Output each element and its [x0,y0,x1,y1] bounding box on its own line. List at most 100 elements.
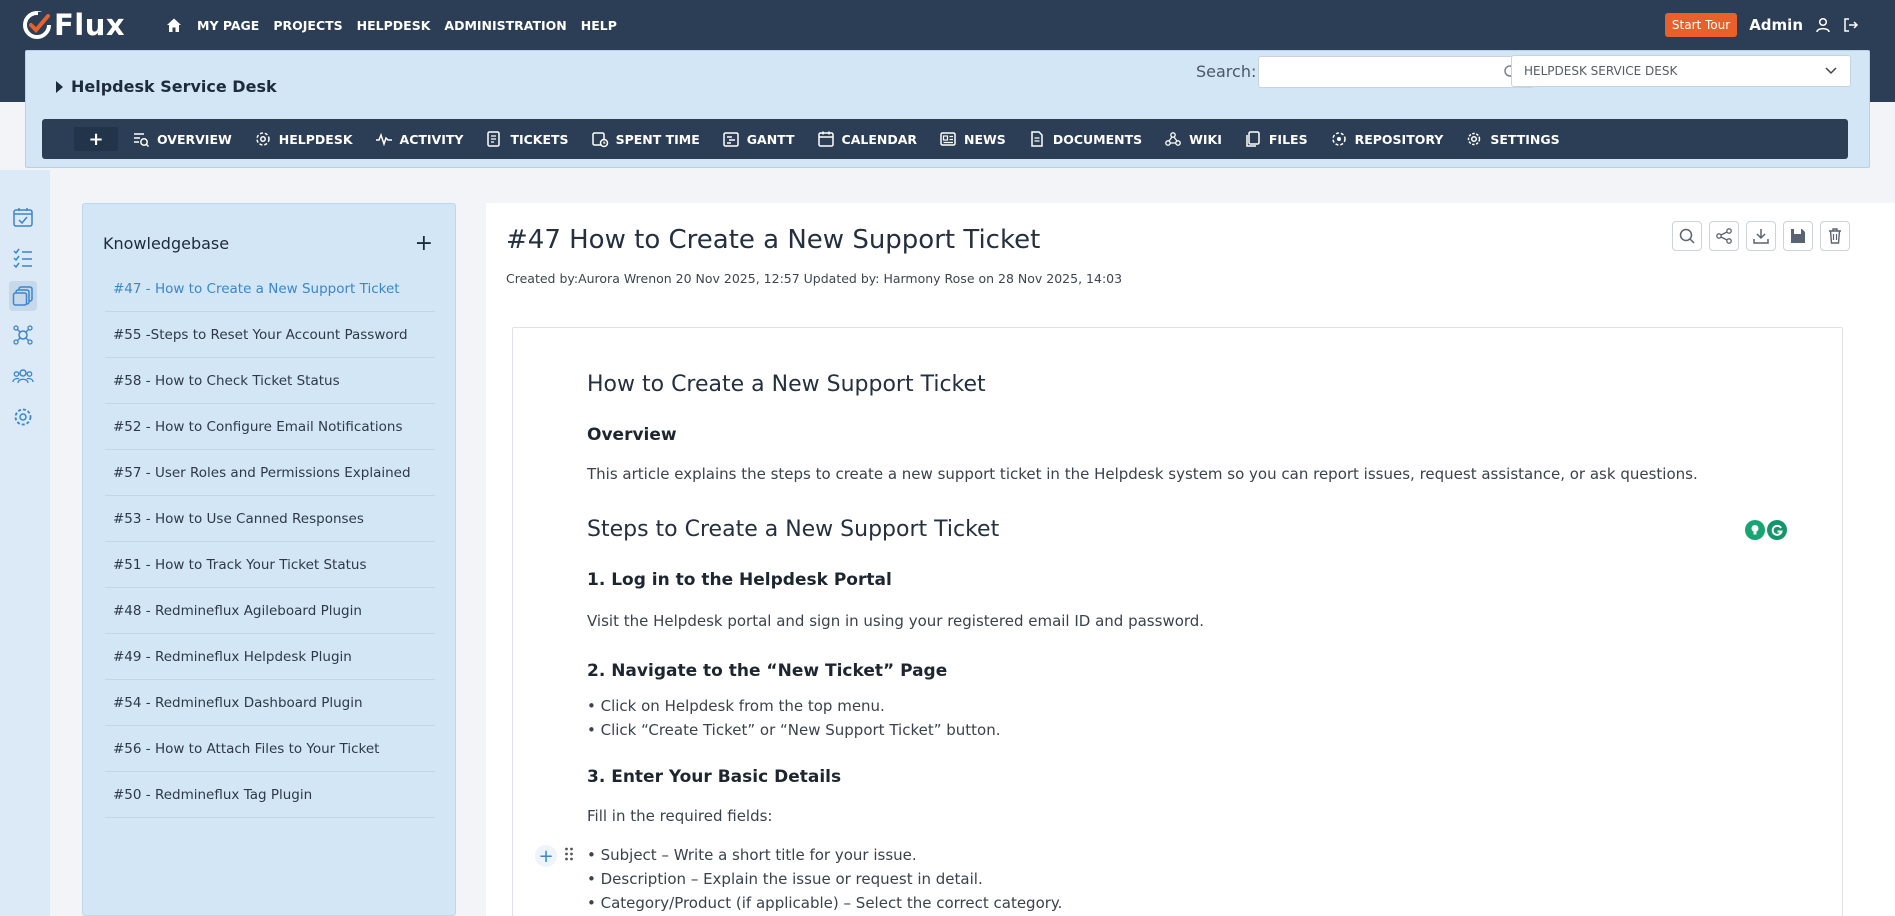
tab-overview[interactable]: OVERVIEW [132,130,232,148]
wiki-icon [1165,132,1181,146]
tab-label: HELPDESK [278,131,353,147]
tab-spent-time[interactable]: SPENT TIME [591,130,700,148]
tab-label: GANTT [746,131,795,147]
tab-label: TICKETS [510,131,569,147]
add-article-button[interactable]: + [415,232,433,254]
user-name[interactable]: Admin [1749,16,1803,34]
tab-label: CALENDAR [841,131,918,147]
article-meta: Created by:Aurora Wrenon 20 Nov 2025, 12… [506,271,1123,286]
menu-projects[interactable]: PROJECTS [273,18,342,33]
logout-icon[interactable] [1843,17,1859,33]
tab-activity[interactable]: ACTIVITY [375,130,464,148]
tab-calendar[interactable]: CALENDAR [817,130,918,148]
article-list: #47 - How to Create a New Support Ticket… [105,266,435,818]
tab-label: NEWS [964,131,1006,147]
grammarly-widget[interactable] [1745,520,1787,540]
article-item-55[interactable]: #55 -Steps to Reset Your Account Passwor… [105,312,435,358]
article-item-48[interactable]: #48 - Redmineflux Agileboard Plugin [105,588,435,634]
project-header: Helpdesk Service Desk Search: HELPDESK S… [25,50,1870,168]
tab-gantt[interactable]: GANTT [722,130,795,148]
drag-handle-icon[interactable] [563,846,575,866]
search-label: Search: [1196,62,1257,81]
tab-label: REPOSITORY [1354,131,1444,147]
article-toolbar [1672,221,1850,251]
menu-helpdesk[interactable]: HELPDESK [357,18,431,33]
knowledgebase-icon[interactable] [9,281,37,311]
start-tour-button[interactable]: Start Tour [1664,13,1738,37]
article-item-47[interactable]: #47 - How to Create a New Support Ticket [105,266,435,312]
step1-heading: 1. Log in to the Helpdesk Portal [587,570,892,590]
article-item-58[interactable]: #58 - How to Check Ticket Status [105,358,435,404]
knowledgebase-panel: Knowledgebase + #47 - How to Create a Ne… [82,203,456,916]
tab-wiki[interactable]: WIKI [1164,130,1222,148]
menu-my-page[interactable]: MY PAGE [197,18,259,33]
search-article-button[interactable] [1672,221,1702,251]
article-content[interactable]: How to Create a New Support Ticket Overv… [512,327,1843,916]
documents-icon [1031,131,1043,147]
calendar-icon [817,131,834,147]
tab-helpdesk[interactable]: HELPDESK [254,130,353,148]
user-icon[interactable] [1815,17,1831,33]
project-select-value: HELPDESK SERVICE DESK [1524,64,1678,78]
tab-label: DOCUMENTS [1052,131,1143,147]
search-input[interactable] [1258,56,1534,88]
top-navbar: Flux MY PAGE PROJECTS HELPDESK ADMINISTR… [0,0,1895,50]
news-icon [940,132,956,146]
save-button[interactable] [1783,221,1813,251]
tab-repository[interactable]: REPOSITORY [1330,130,1444,148]
logo-text: Flux [54,8,126,42]
article-item-52[interactable]: #52 - How to Configure Email Notificatio… [105,404,435,450]
main-menu: MY PAGE PROJECTS HELPDESK ADMINISTRATION… [165,0,617,50]
user-area: Start Tour Admin [1664,0,1859,50]
team-icon[interactable] [11,364,35,388]
tab-label: FILES [1268,131,1308,147]
article-item-56[interactable]: #56 - How to Attach Files to Your Ticket [105,726,435,772]
overview-icon [134,133,150,148]
project-tabs: + OVERVIEW HELPDESK ACTIVITY TICKETS SPE… [42,119,1848,159]
repository-icon [1331,132,1346,146]
home-icon[interactable] [165,16,183,34]
tab-files[interactable]: FILES [1244,130,1308,148]
tab-tickets[interactable]: TICKETS [485,130,569,148]
share-icon [1716,228,1732,244]
menu-help[interactable]: HELP [581,18,617,33]
gear-icon[interactable] [11,405,35,429]
new-item-button[interactable]: + [74,127,118,151]
tickets-icon [487,131,501,147]
share-button[interactable] [1709,221,1739,251]
menu-administration[interactable]: ADMINISTRATION [444,18,566,33]
checklist-icon[interactable] [11,246,35,270]
article-item-54[interactable]: #54 - Redmineflux Dashboard Plugin [105,680,435,726]
tab-label: SPENT TIME [615,131,700,147]
article-item-49[interactable]: #49 - Redmineflux Helpdesk Plugin [105,634,435,680]
calendar-check-icon[interactable] [11,205,35,229]
step3-bullet: • Category/Product (if applicable) – Sel… [587,894,1063,912]
download-button[interactable] [1746,221,1776,251]
tab-label: SETTINGS [1490,131,1560,147]
network-icon[interactable] [11,323,35,347]
article-item-51[interactable]: #51 - How to Track Your Ticket Status [105,542,435,588]
download-icon [1753,229,1769,244]
step3-heading: 3. Enter Your Basic Details [587,767,842,787]
add-block-button[interactable]: + [535,845,557,867]
activity-icon [375,132,392,147]
tab-documents[interactable]: DOCUMENTS [1028,130,1142,148]
logo[interactable]: Flux [22,8,125,42]
tab-news[interactable]: NEWS [939,130,1006,148]
knowledgebase-header: Knowledgebase + [103,232,433,254]
step2-heading: 2. Navigate to the “New Ticket” Page [587,661,948,681]
tab-settings[interactable]: SETTINGS [1465,130,1560,148]
files-icon [1246,131,1260,147]
delete-button[interactable] [1820,221,1850,251]
tab-label: ACTIVITY [399,131,464,147]
article-panel: #47 How to Create a New Support Ticket C… [486,203,1895,916]
gantt-icon [723,132,739,147]
tab-label: OVERVIEW [157,131,232,147]
project-title[interactable]: Helpdesk Service Desk [56,77,277,96]
step3-text: Fill in the required fields: [587,807,773,825]
article-item-53[interactable]: #53 - How to Use Canned Responses [105,496,435,542]
article-item-50[interactable]: #50 - Redmineflux Tag Plugin [105,772,435,818]
steps-heading: Steps to Create a New Support Ticket [587,517,1000,542]
project-select[interactable]: HELPDESK SERVICE DESK [1511,55,1851,87]
article-item-57[interactable]: #57 - User Roles and Permissions Explain… [105,450,435,496]
